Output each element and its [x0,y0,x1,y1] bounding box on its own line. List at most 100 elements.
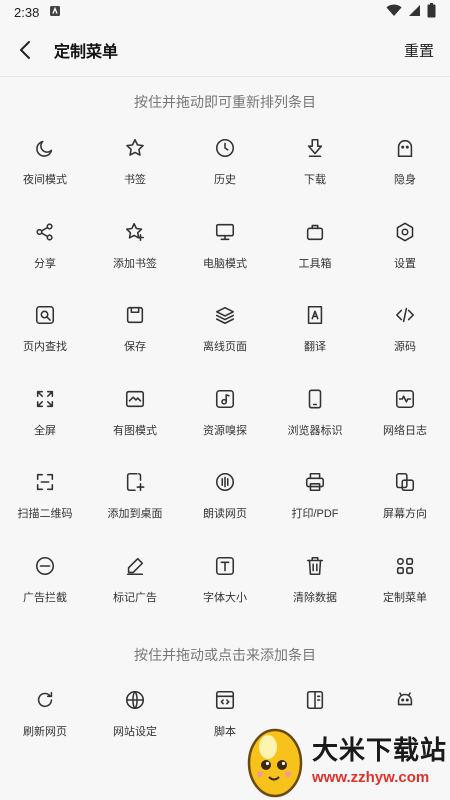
active-item-label: 网络日志 [383,424,427,437]
block-icon [33,554,57,578]
active-item[interactable]: 网络日志 [360,378,450,462]
active-item-label: 翻译 [304,341,326,353]
active-item[interactable]: 添加到桌面 [90,461,180,545]
back-button[interactable] [14,39,36,61]
active-item-label: 资源嗅探 [203,424,247,437]
active-item[interactable]: 离线页面 [180,294,270,378]
active-item[interactable]: 翻译 [270,294,360,378]
active-item[interactable]: 屏幕方向 [360,461,450,545]
active-item[interactable]: 标记广告 [90,545,180,629]
active-item[interactable]: 页内查找 [0,294,90,378]
star-icon [123,136,147,160]
active-item[interactable]: 夜间模式 [0,127,90,211]
download-icon [303,136,327,160]
active-item-label: 下载 [304,174,326,186]
active-item[interactable]: 全屏 [0,378,90,462]
active-item[interactable]: 保存 [90,294,180,378]
active-item-label: 扫描二维码 [17,508,73,520]
rearrange-hint: 按住并拖动即可重新排列条目 [134,94,316,110]
status-bar: 2:38 [0,0,450,24]
active-item[interactable]: 工具箱 [270,211,360,295]
ghost-icon [393,136,417,160]
active-item[interactable]: 朗读网页 [180,461,270,545]
available-item[interactable]: 网站设定 [90,679,180,763]
notification-icon [49,5,61,20]
star-plus-icon [123,220,147,244]
active-item-label: 全屏 [34,424,56,437]
active-item[interactable]: 打印/PDF [270,461,360,545]
active-item-label: 朗读网页 [203,508,247,520]
active-item[interactable]: 隐身 [360,127,450,211]
active-item-label: 广告拦截 [23,591,67,604]
font-size-icon [213,554,237,578]
watermark-logo [247,728,303,798]
available-item[interactable]: 刷新网页 [0,679,90,763]
active-item-label: 添加到桌面 [107,508,163,520]
pen-icon [123,554,147,578]
watermark-title: 大米下载站 [312,734,448,765]
active-item-label: 页内查找 [23,341,67,353]
globe-icon [123,688,147,712]
phone-icon [303,387,327,411]
wifi-icon [386,4,402,20]
active-item[interactable]: 下载 [270,127,360,211]
active-item[interactable]: 书签 [90,127,180,211]
add-to-desktop-icon [123,470,147,494]
active-item-label: 添加书签 [113,257,157,270]
active-item-label: 分享 [34,257,56,270]
active-item-label: 历史 [214,174,236,186]
script-icon [213,688,237,712]
active-item[interactable]: 资源嗅探 [180,378,270,462]
back-arrow-icon [20,41,30,59]
sidebar-icon [303,688,327,712]
active-item-label: 定制菜单 [383,591,427,604]
monitor-icon [213,220,237,244]
share-icon [33,220,57,244]
active-item-label: 屏幕方向 [383,508,427,520]
status-time: 2:38 [14,4,40,20]
active-item-label: 有图模式 [113,424,157,437]
active-item[interactable]: 添加书签 [90,211,180,295]
active-item-label: 电脑模式 [203,257,247,270]
active-item-label: 隐身 [394,174,416,186]
refresh-icon [33,688,57,712]
add-items-hint: 按住并拖动或点击来添加条目 [134,647,316,663]
printer-icon [303,470,327,494]
active-item-label: 清除数据 [293,591,337,604]
active-item[interactable]: 字体大小 [180,545,270,629]
fullscreen-icon [33,387,57,411]
active-item[interactable]: 有图模式 [90,378,180,462]
translate-icon [303,303,327,327]
watermark: 大米下载站 www.zzhyw.com [240,720,450,800]
active-item[interactable]: 扫描二维码 [0,461,90,545]
active-item-label: 书签 [124,174,146,186]
active-item[interactable]: 设置 [360,211,450,295]
app-bar: 定制菜单 重置 [0,24,450,76]
watermark-url: www.zzhyw.com [312,768,430,786]
active-item[interactable]: 浏览器标识 [270,378,360,462]
toolbox-icon [303,220,327,244]
rotate-screen-icon [393,470,417,494]
active-item[interactable]: 清除数据 [270,545,360,629]
active-item[interactable]: 分享 [0,211,90,295]
trash-icon [303,554,327,578]
active-item-label: 离线页面 [203,341,247,353]
active-menu-grid: 夜间模式 书签 历史 下载 隐身分享 添加书签 电脑模式 工具箱 设置页内查找 保存 离线页面 翻译 源… [0,127,450,628]
music-icon [213,387,237,411]
find-in-page-icon [33,303,57,327]
available-item-label: 网站设定 [113,726,157,738]
image-icon [123,387,147,411]
save-icon [123,303,147,327]
active-item[interactable]: 源码 [360,294,450,378]
active-item[interactable]: 历史 [180,127,270,211]
gear-icon [393,220,417,244]
reset-button[interactable]: 重置 [404,40,434,61]
code-icon [393,303,417,327]
active-item-label: 保存 [124,341,146,353]
active-item[interactable]: 电脑模式 [180,211,270,295]
active-item[interactable]: 广告拦截 [0,545,90,629]
available-item-label: 刷新网页 [23,726,67,738]
active-item[interactable]: 定制菜单 [360,545,450,629]
pulse-icon [393,387,417,411]
available-item-label: 脚本 [214,726,236,738]
